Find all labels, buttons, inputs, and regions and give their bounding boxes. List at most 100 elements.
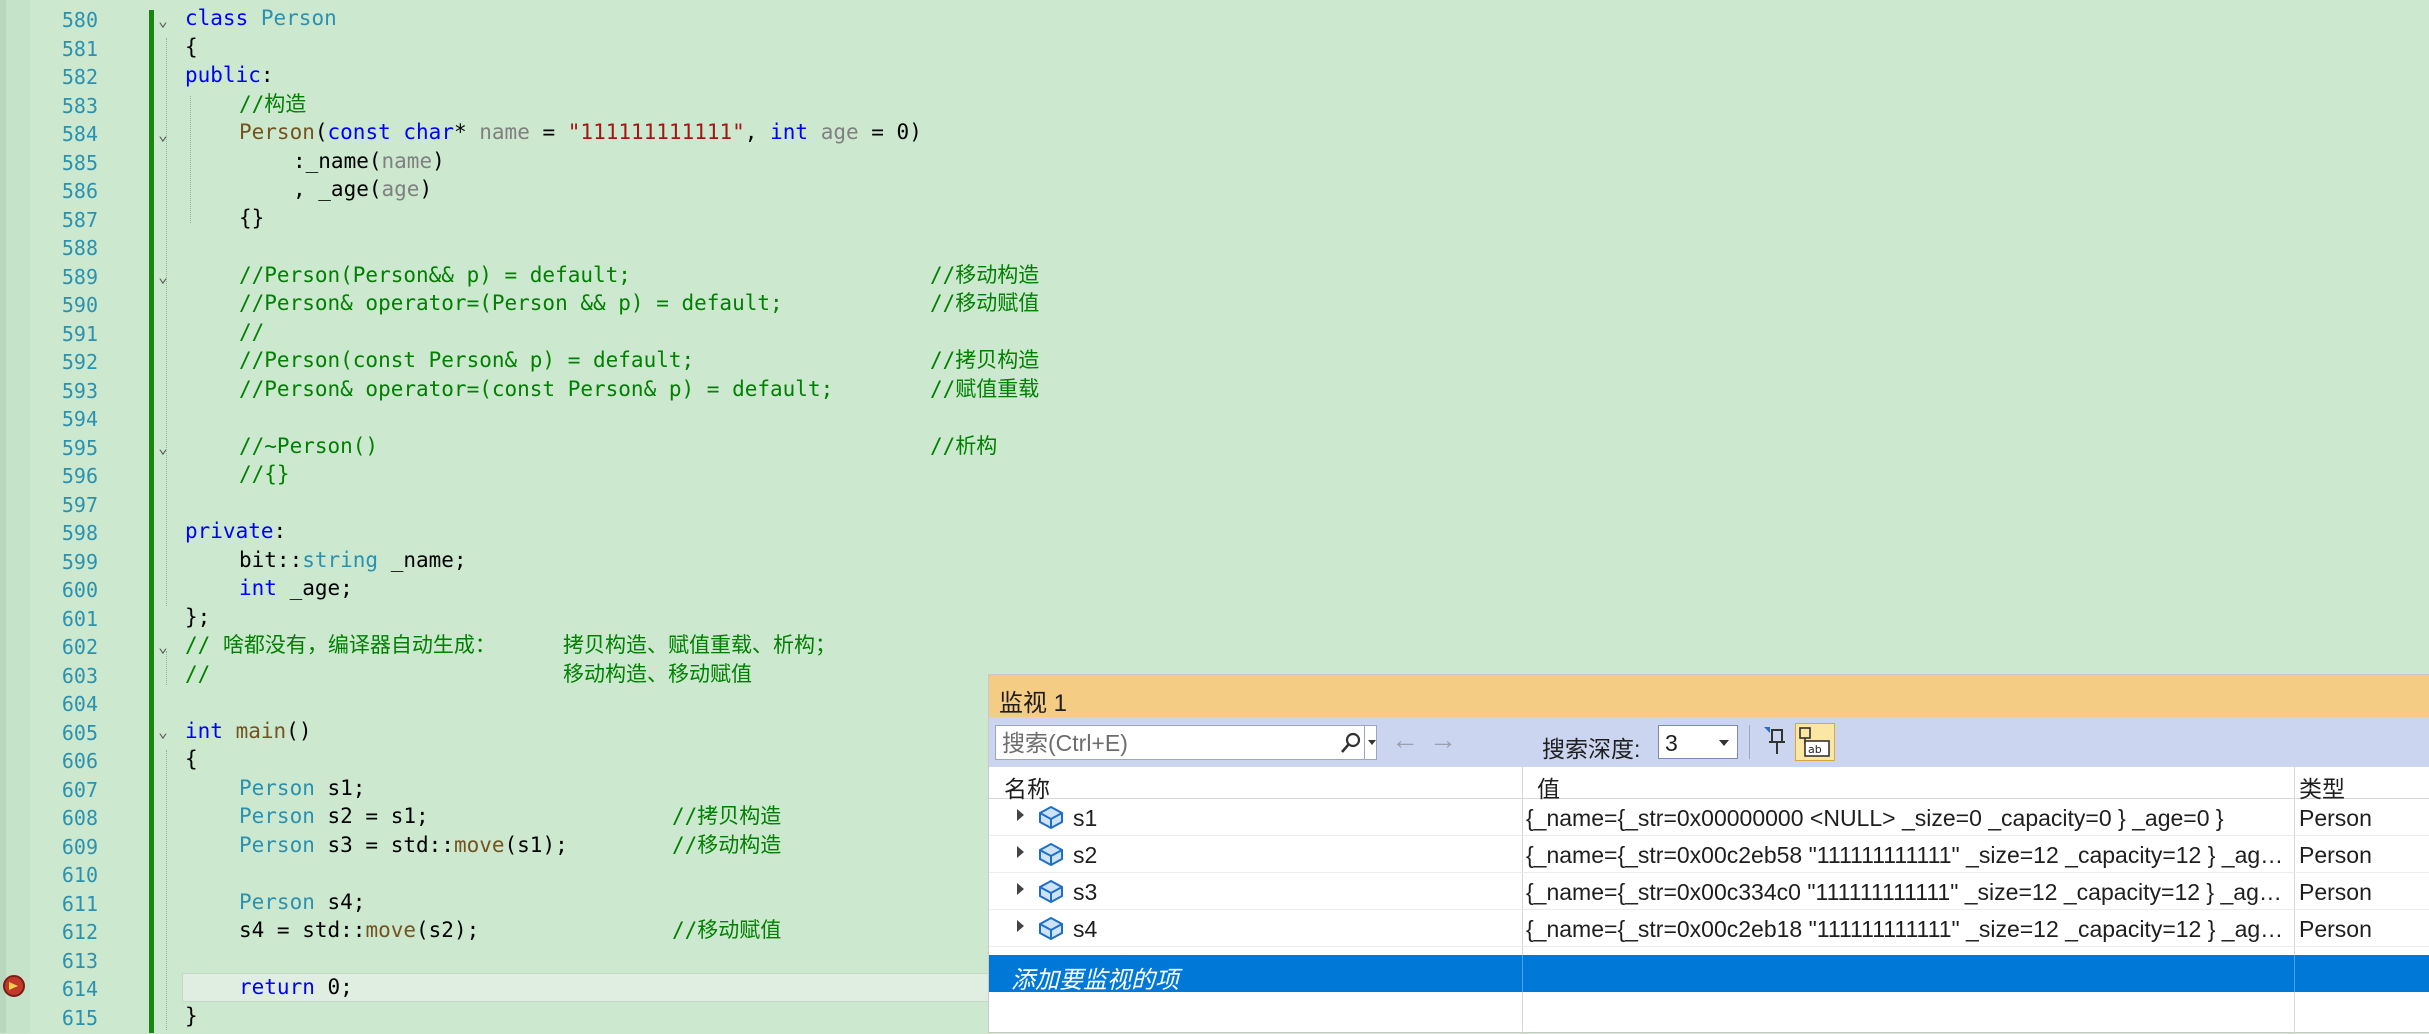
line-number: 584: [61, 122, 98, 146]
watch-item-value[interactable]: {_name={_str=0x00c2eb18 "111111111111" _…: [1526, 916, 2284, 943]
expand-arrow-icon[interactable]: [1017, 846, 1024, 858]
line-number: 610: [61, 863, 98, 887]
code-token: char: [403, 120, 454, 144]
add-watch-row[interactable]: 添加要监视的项: [989, 955, 2429, 995]
code-token: main: [235, 718, 287, 743]
code-line[interactable]: {: [185, 745, 198, 774]
code-line[interactable]: Person(const char* name = "111111111111"…: [239, 118, 922, 147]
code-line[interactable]: //Person& operator=(Person && p) = defau…: [239, 289, 783, 318]
code-line[interactable]: :_name(name): [293, 147, 445, 176]
fold-toggle-icon[interactable]: ⌄: [154, 438, 172, 458]
toolbar-separator: [1749, 725, 1750, 759]
code-trailing-comment: //移动构造: [930, 262, 1040, 287]
pin-icon[interactable]: [1761, 724, 1789, 758]
column-splitter: [1522, 955, 1523, 992]
code-line[interactable]: //构造: [239, 90, 306, 119]
search-box[interactable]: [995, 725, 1377, 760]
watch-row[interactable]: s2 {_name={_str=0x00c2eb58 "111111111111"…: [989, 836, 2429, 873]
watch-title-bar[interactable]: 监视 1: [989, 675, 2429, 717]
code-token: ): [419, 177, 433, 201]
code-line[interactable]: }: [185, 1002, 198, 1031]
watch-item-name[interactable]: s2: [1073, 842, 1097, 869]
code-token: ,: [744, 120, 771, 144]
code-line[interactable]: Person s3 = std::move(s1);: [239, 831, 568, 860]
code-line[interactable]: private:: [185, 517, 286, 546]
watch-item-type: Person: [2299, 805, 2372, 831]
code-token: {: [185, 747, 198, 771]
code-line[interactable]: Person s1;: [239, 774, 365, 803]
expand-arrow-icon[interactable]: [1017, 809, 1024, 821]
code-token: public: [185, 63, 261, 87]
add-watch-prompt[interactable]: 添加要监视的项: [1011, 960, 1179, 995]
code-line[interactable]: Person s4;: [239, 888, 365, 917]
watch-window[interactable]: 监视 1 ← → 搜索深度: 3: [988, 674, 2429, 1034]
code-line[interactable]: s4 = std::move(s2);: [239, 916, 479, 945]
code-trailing-comment: 拷贝构造、赋值重载、析构；: [563, 633, 836, 657]
code-line[interactable]: //Person& operator=(const Person& p) = d…: [239, 375, 833, 404]
code-trailing-comment: //拷贝构造: [930, 348, 1040, 372]
hex-display-toggle[interactable]: ab: [1795, 723, 1835, 761]
code-trailing-comment: //析构: [930, 433, 998, 458]
line-number: 588: [61, 236, 98, 260]
code-line[interactable]: {}: [239, 204, 264, 233]
watch-item-name[interactable]: s1: [1073, 805, 1097, 832]
code-line[interactable]: //: [239, 318, 264, 347]
code-line[interactable]: int main(): [185, 717, 311, 746]
code-token: {: [185, 34, 198, 59]
watch-item-value[interactable]: {_name={_str=0x00c334c0 "111111111111" _…: [1526, 879, 2284, 906]
line-number: 599: [61, 549, 98, 574]
code-token: private: [185, 519, 274, 543]
forward-arrow-icon[interactable]: →: [1429, 724, 1457, 756]
indent-guide: [166, 750, 167, 1030]
line-number: 602: [61, 635, 98, 659]
watch-grid-header: 名称 值 类型: [989, 767, 2429, 802]
fold-toggle-icon[interactable]: ⌄: [154, 11, 172, 31]
search-icon[interactable]: [1339, 731, 1363, 755]
fold-toggle-icon[interactable]: ⌄: [154, 267, 172, 287]
search-depth-select[interactable]: 3: [1658, 725, 1738, 759]
watch-row[interactable]: s4 {_name={_str=0x00c2eb18 "111111111111"…: [989, 910, 2429, 947]
code-line[interactable]: //~Person(): [239, 432, 378, 461]
watch-item-value[interactable]: {_name={_str=0x00c2eb58 "111111111111" _…: [1526, 842, 2284, 869]
watch-row[interactable]: s3 {_name={_str=0x00c334c0 "111111111111"…: [989, 873, 2429, 910]
watch-item-name[interactable]: s4: [1073, 916, 1097, 943]
line-number: 600: [61, 578, 98, 602]
code-line[interactable]: //Person(Person&& p) = default;: [239, 261, 631, 290]
code-line[interactable]: int _age;: [239, 574, 353, 603]
fold-toggle-icon[interactable]: ⌄: [154, 637, 172, 657]
code-line[interactable]: Person s2 = s1;: [239, 802, 429, 831]
code-trailing-comment: //移动构造: [672, 832, 782, 857]
watch-item-name[interactable]: s3: [1073, 879, 1097, 906]
code-token: :: [273, 519, 287, 543]
fold-toggle-icon[interactable]: ⌄: [154, 125, 172, 145]
code-line[interactable]: //{}: [239, 460, 290, 489]
code-line[interactable]: bit::string _name;: [239, 546, 467, 575]
search-history-dropdown-icon[interactable]: [1364, 726, 1379, 759]
expand-arrow-icon[interactable]: [1017, 920, 1024, 932]
code-token: class: [185, 6, 249, 30]
code-line[interactable]: //: [185, 660, 210, 689]
code-line[interactable]: public:: [185, 61, 274, 90]
watch-item-value[interactable]: {_name={_str=0x00000000 <NULL> _size=0 _…: [1526, 805, 2284, 832]
code-line[interactable]: };: [185, 603, 210, 632]
breakpoint-current-statement-icon[interactable]: [3, 975, 25, 997]
watch-row[interactable]: s1 {_name={_str=0x00000000 <NULL> _size=0…: [989, 799, 2429, 836]
back-arrow-icon[interactable]: ←: [1391, 724, 1419, 756]
code-line[interactable]: //Person(const Person& p) = default;: [239, 346, 694, 375]
search-input[interactable]: [1000, 729, 1334, 758]
code-line[interactable]: {: [185, 33, 198, 62]
line-number: 598: [61, 521, 98, 545]
code-token: =: [529, 120, 568, 144]
code-line[interactable]: return 0;: [239, 973, 353, 1002]
expand-arrow-icon[interactable]: [1017, 883, 1024, 895]
code-line[interactable]: class Person: [185, 4, 337, 33]
fold-toggle-icon[interactable]: ⌄: [154, 722, 172, 742]
code-token: s1;: [314, 775, 366, 800]
code-line[interactable]: , _age(age): [293, 175, 432, 204]
line-number: 590: [61, 293, 98, 317]
code-trailing-comment: //移动赋值: [672, 918, 782, 942]
code-token: //Person& operator=(const Person& p) = d…: [239, 376, 834, 401]
code-token: "111111111111": [567, 120, 745, 144]
line-number: 613: [61, 948, 98, 973]
code-line[interactable]: // 啥都没有，编译器自动生成：: [185, 631, 496, 660]
